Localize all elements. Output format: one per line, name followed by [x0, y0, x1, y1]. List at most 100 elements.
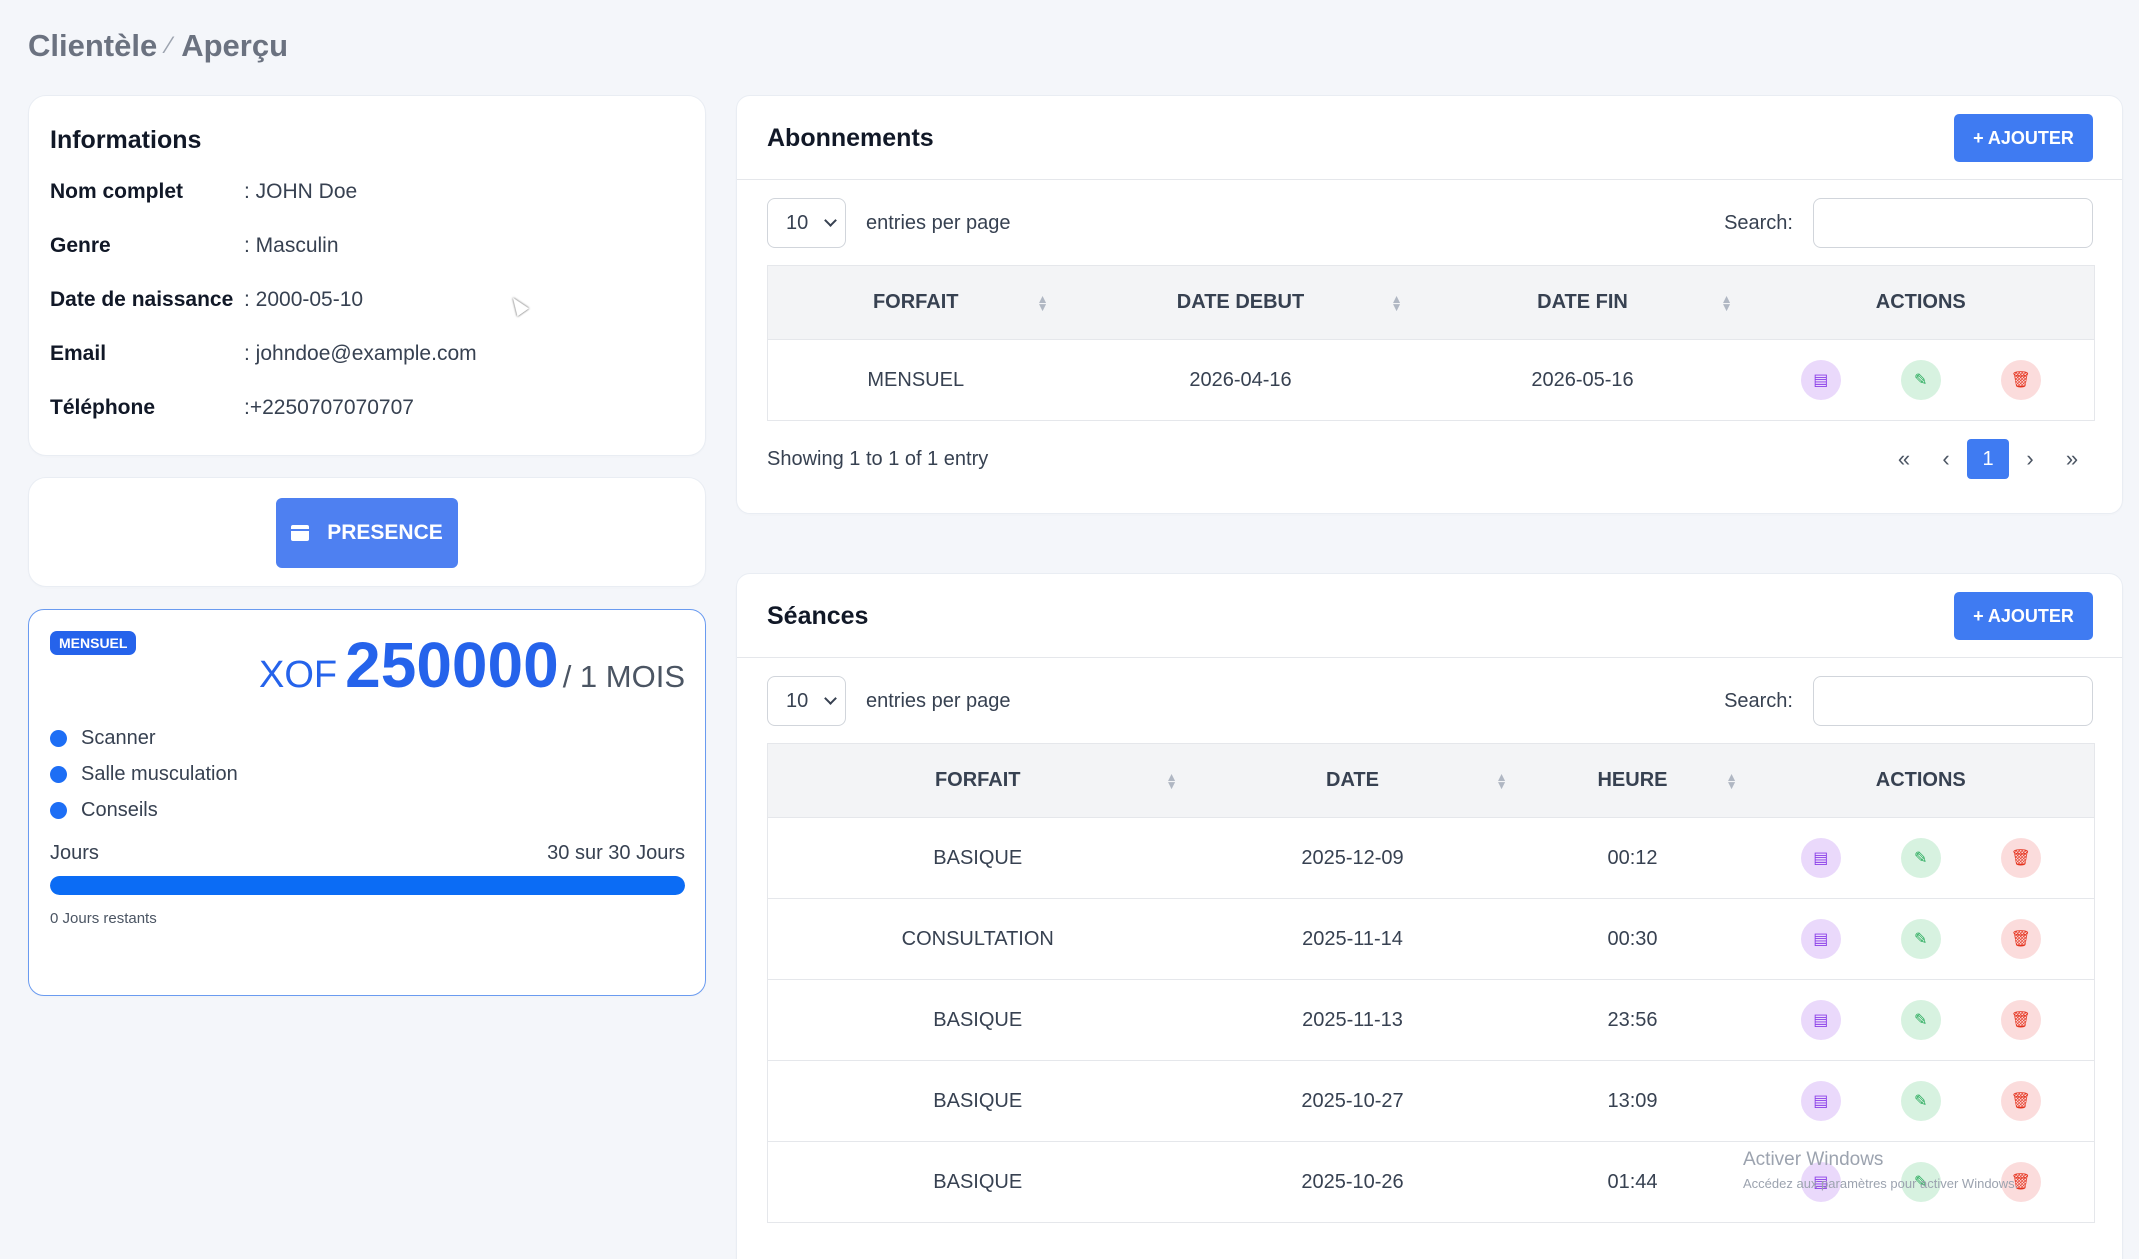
page-number-button[interactable]: 1	[1967, 439, 2009, 479]
edit-icon[interactable]: ✎	[1900, 838, 1941, 878]
cell-forfait: BASIQUE	[767, 1060, 1188, 1142]
page-first-button[interactable]: «	[1883, 439, 1925, 479]
cell-heure: 23:56	[1517, 979, 1748, 1061]
cell-actions: ▤ ✎ 🗑	[1747, 1060, 2095, 1142]
sort-icon: ▲ ▼	[1495, 769, 1508, 792]
plan-feature-label: Salle musculation	[81, 763, 238, 785]
info-row-gender: Genre : Masculin	[50, 234, 339, 258]
table-row: MENSUEL 2026-04-16 2026-05-16 ▤ ✎ 🗑	[767, 339, 2095, 421]
sort-icon: ▲ ▼	[1720, 291, 1733, 314]
trash-icon[interactable]: 🗑	[2000, 1000, 2041, 1040]
message-icon[interactable]: ▤	[1800, 360, 1841, 400]
info-title: Informations	[50, 126, 202, 154]
cell-actions: ▤ ✎ 🗑	[1747, 898, 2095, 980]
column-header-actions: ACTIONS	[1747, 743, 2095, 818]
abonnements-entries: 10 entries per page	[767, 198, 1011, 248]
search-label: Search:	[1724, 211, 1793, 234]
column-header-forfait[interactable]: FORFAIT ▲ ▼	[767, 265, 1064, 340]
info-row-name: Nom complet : JOHN Doe	[50, 180, 357, 204]
days-row: Jours 30 sur 30 Jours	[50, 842, 685, 865]
cell-date: 2025-11-13	[1187, 979, 1518, 1061]
trash-icon[interactable]: 🗑	[2000, 1081, 2041, 1121]
table-row: BASIQUE 2025-11-13 23:56 ▤ ✎ 🗑	[767, 979, 2095, 1061]
table-row: CONSULTATION 2025-11-14 00:30 ▤ ✎ 🗑	[767, 898, 2095, 980]
abonnements-search: Search:	[1724, 198, 2093, 248]
trash-icon[interactable]: 🗑	[2000, 838, 2041, 878]
per-page-value: 10	[786, 689, 809, 712]
column-header-date-debut[interactable]: DATE DEBUT ▲ ▼	[1063, 265, 1418, 340]
breadcrumb-separator: ⁄	[167, 32, 172, 59]
cell-date: 2025-10-27	[1187, 1060, 1518, 1142]
entries-label: entries per page	[866, 211, 1011, 234]
calendar-icon	[291, 525, 310, 541]
info-row-phone: Téléphone :+2250707070707	[50, 396, 414, 420]
trash-icon[interactable]: 🗑	[2000, 919, 2041, 959]
abonnements-add-button[interactable]: + AJOUTER	[1954, 114, 2093, 162]
seances-header: Séances + AJOUTER	[737, 574, 2122, 658]
presence-button[interactable]: PRESENCE	[276, 498, 458, 568]
days-value: 30 sur 30 Jours	[547, 842, 685, 864]
message-icon[interactable]: ▤	[1800, 1081, 1841, 1121]
days-progress-bar	[50, 876, 685, 895]
info-value: : JOHN Doe	[244, 180, 358, 203]
edit-icon[interactable]: ✎	[1900, 360, 1941, 400]
table-row: BASIQUE 2025-12-09 00:12 ▤ ✎ 🗑	[767, 817, 2095, 899]
cell-date-debut: 2026-04-16	[1063, 339, 1418, 421]
edit-icon[interactable]: ✎	[1900, 919, 1941, 959]
seances-title: Séances	[767, 602, 869, 630]
abonnements-title: Abonnements	[767, 124, 934, 152]
column-header-heure[interactable]: HEURE ▲ ▼	[1517, 743, 1748, 818]
bullet-icon	[50, 766, 67, 783]
column-header-actions: ACTIONS	[1747, 265, 2095, 340]
presence-label: PRESENCE	[327, 521, 443, 544]
cell-date: 2025-10-26	[1187, 1141, 1518, 1223]
watermark-subtitle: Accédez aux paramètres pour activer Wind…	[1743, 1176, 2019, 1191]
pagination: « ‹ 1 › »	[1883, 439, 2093, 479]
info-label: Téléphone	[50, 396, 156, 419]
entries-label: entries per page	[866, 689, 1011, 712]
trash-icon[interactable]: 🗑	[2000, 360, 2041, 400]
cell-forfait: CONSULTATION	[767, 898, 1188, 980]
sort-icon: ▲ ▼	[1390, 291, 1403, 314]
cell-forfait: MENSUEL	[767, 339, 1064, 421]
cell-actions: ▤ ✎ 🗑	[1747, 339, 2095, 421]
abonnements-footer: Showing 1 to 1 of 1 entry « ‹ 1 › »	[767, 439, 2093, 479]
info-row-email: Email : johndoe@example.com	[50, 342, 477, 366]
plan-currency: XOF	[259, 654, 338, 696]
info-label: Email	[50, 342, 107, 365]
page-last-button[interactable]: »	[2051, 439, 2093, 479]
seances-search-input[interactable]	[1813, 676, 2093, 726]
table-header-row: FORFAIT ▲ ▼ DATE ▲ ▼ HEURE ▲ ▼ ACTIONS	[767, 743, 2095, 818]
column-header-forfait[interactable]: FORFAIT ▲ ▼	[767, 743, 1188, 818]
cell-date-fin: 2026-05-16	[1417, 339, 1748, 421]
bullet-icon	[50, 730, 67, 747]
plan-feature-label: Scanner	[81, 727, 156, 749]
page-next-button[interactable]: ›	[2009, 439, 2051, 479]
cell-heure: 13:09	[1517, 1060, 1748, 1142]
seances-add-button[interactable]: + AJOUTER	[1954, 592, 2093, 640]
message-icon[interactable]: ▤	[1800, 838, 1841, 878]
per-page-value: 10	[786, 211, 809, 234]
days-progress-fill	[50, 876, 685, 895]
page-prev-button[interactable]: ‹	[1925, 439, 1967, 479]
watermark-title: Activer Windows	[1743, 1149, 1884, 1170]
edit-icon[interactable]: ✎	[1900, 1000, 1941, 1040]
breadcrumb: Clientèle ⁄ Aperçu	[28, 28, 288, 64]
cell-forfait: BASIQUE	[767, 817, 1188, 899]
edit-icon[interactable]: ✎	[1900, 1081, 1941, 1121]
abonnements-search-input[interactable]	[1813, 198, 2093, 248]
column-header-date-fin[interactable]: DATE FIN ▲ ▼	[1417, 265, 1748, 340]
seances-search: Search:	[1724, 676, 2093, 726]
message-icon[interactable]: ▤	[1800, 919, 1841, 959]
column-header-date[interactable]: DATE ▲ ▼	[1187, 743, 1518, 818]
breadcrumb-root[interactable]: Clientèle	[28, 28, 157, 64]
days-remaining: 0 Jours restants	[50, 910, 157, 927]
cell-forfait: BASIQUE	[767, 1141, 1188, 1223]
cell-forfait: BASIQUE	[767, 979, 1188, 1061]
message-icon[interactable]: ▤	[1800, 1000, 1841, 1040]
abonnements-per-page-select[interactable]: 10	[767, 198, 846, 248]
plan-feature: Salle musculation	[50, 763, 238, 786]
seances-per-page-select[interactable]: 10	[767, 676, 846, 726]
plan-price: XOF 250000 / 1 MOIS	[259, 628, 685, 702]
sort-icon: ▲ ▼	[1725, 769, 1738, 792]
